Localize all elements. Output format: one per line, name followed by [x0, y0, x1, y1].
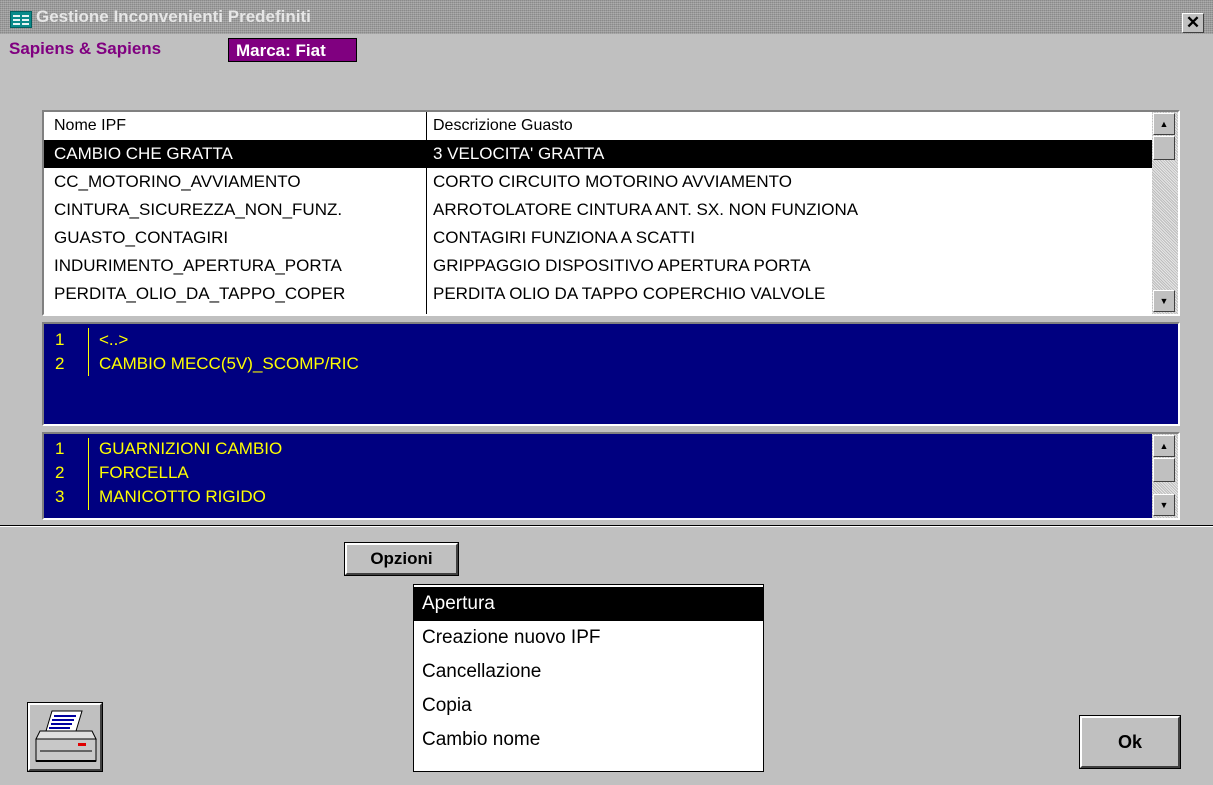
ipf-name: CC_MOTORINO_AVVIAMENTO — [54, 172, 301, 191]
parts-list[interactable]: 1 GUARNIZIONI CAMBIO 2 FORCELLA 3 MANICO… — [42, 432, 1180, 520]
window-title: Gestione Inconvenienti Predefiniti — [36, 7, 311, 26]
ipf-name: CINTURA_SICUREZZA_NON_FUNZ. — [54, 200, 343, 219]
menu-item-cancellazione[interactable]: Cancellazione — [414, 655, 763, 689]
table-row[interactable]: CAMBIO CHE GRATTA 3 VELOCITA' GRATTA — [44, 140, 1155, 168]
title-bar: Gestione Inconvenienti Predefiniti ✕ — [0, 0, 1213, 34]
item-number: 2 — [55, 354, 65, 373]
ipf-description: PERDITA OLIO DA TAPPO COPERCHIO VALVOLE — [433, 284, 826, 303]
column-header-description: Descrizione Guasto — [433, 117, 573, 134]
scroll-thumb[interactable] — [1153, 458, 1175, 482]
company-label: Sapiens & Sapiens — [9, 39, 162, 58]
scroll-down-icon[interactable]: ▼ — [1153, 290, 1175, 312]
section-divider — [0, 525, 1213, 527]
table-row[interactable]: GUASTO_CONTAGIRI CONTAGIRI FUNZIONA A SC… — [44, 224, 1155, 252]
ipf-table[interactable]: Nome IPF Descrizione Guasto CAMBIO CHE G… — [42, 110, 1180, 316]
menu-item-cambio-nome[interactable]: Cambio nome — [414, 723, 763, 757]
parts-scrollbar[interactable]: ▲ ▼ — [1152, 434, 1178, 518]
scroll-up-icon[interactable]: ▲ — [1153, 435, 1175, 457]
item-number: 1 — [55, 330, 65, 349]
ipf-name: INDURIMENTO_APERTURA_PORTA — [54, 256, 342, 275]
table-row[interactable]: INDURIMENTO_APERTURA_PORTA GRIPPAGGIO DI… — [44, 252, 1155, 280]
ipf-name: GUASTO_CONTAGIRI — [54, 228, 229, 247]
ipf-description: GRIPPAGGIO DISPOSITIVO APERTURA PORTA — [433, 256, 811, 275]
item-number: 2 — [55, 463, 65, 482]
ipf-name: CAMBIO CHE GRATTA — [54, 144, 233, 163]
item-text: FORCELLA — [99, 463, 189, 482]
item-text: MANICOTTO RIGIDO — [99, 487, 266, 506]
table-header: Nome IPF Descrizione Guasto — [44, 112, 1155, 140]
item-text: <..> — [99, 330, 129, 349]
table-scrollbar[interactable]: ▲ ▼ — [1152, 112, 1178, 314]
list-separator — [88, 438, 89, 510]
groups-list[interactable]: 1 <..> 2 CAMBIO MECC(5V)_SCOMP/RIC — [42, 322, 1180, 426]
scroll-down-icon[interactable]: ▼ — [1153, 494, 1175, 516]
close-icon[interactable]: ✕ — [1182, 13, 1204, 33]
item-number: 1 — [55, 439, 65, 458]
ipf-description: 3 VELOCITA' GRATTA — [433, 144, 605, 163]
list-separator — [88, 328, 89, 376]
brand-field: Marca: Fiat — [228, 38, 357, 62]
options-menu[interactable]: Apertura Creazione nuovo IPF Cancellazio… — [413, 584, 764, 772]
ipf-description: CONTAGIRI FUNZIONA A SCATTI — [433, 228, 695, 247]
table-row[interactable]: PERDITA_OLIO_DA_TAPPO_COPER PERDITA OLIO… — [44, 280, 1155, 308]
scroll-thumb[interactable] — [1153, 136, 1175, 160]
table-row[interactable]: CC_MOTORINO_AVVIAMENTO CORTO CIRCUITO MO… — [44, 168, 1155, 196]
ok-button[interactable]: Ok — [1079, 715, 1181, 769]
table-row[interactable]: CINTURA_SICUREZZA_NON_FUNZ. ARROTOLATORE… — [44, 196, 1155, 224]
ipf-name: PERDITA_OLIO_DA_TAPPO_COPER — [54, 284, 346, 303]
ipf-description: ARROTOLATORE CINTURA ANT. SX. NON FUNZIO… — [433, 200, 859, 219]
item-text: CAMBIO MECC(5V)_SCOMP/RIC — [99, 354, 359, 373]
print-button[interactable] — [27, 702, 103, 772]
menu-item-copia[interactable]: Copia — [414, 689, 763, 723]
item-number: 3 — [55, 487, 65, 506]
ipf-description: CORTO CIRCUITO MOTORINO AVVIAMENTO — [433, 172, 792, 191]
menu-item-creazione[interactable]: Creazione nuovo IPF — [414, 621, 763, 655]
scroll-up-icon[interactable]: ▲ — [1153, 113, 1175, 135]
column-header-name: Nome IPF — [54, 117, 127, 134]
menu-item-apertura[interactable]: Apertura — [414, 587, 763, 621]
printer-icon — [35, 710, 97, 762]
item-text: GUARNIZIONI CAMBIO — [99, 439, 283, 458]
options-button[interactable]: Opzioni — [344, 542, 459, 576]
form-icon — [10, 11, 32, 28]
